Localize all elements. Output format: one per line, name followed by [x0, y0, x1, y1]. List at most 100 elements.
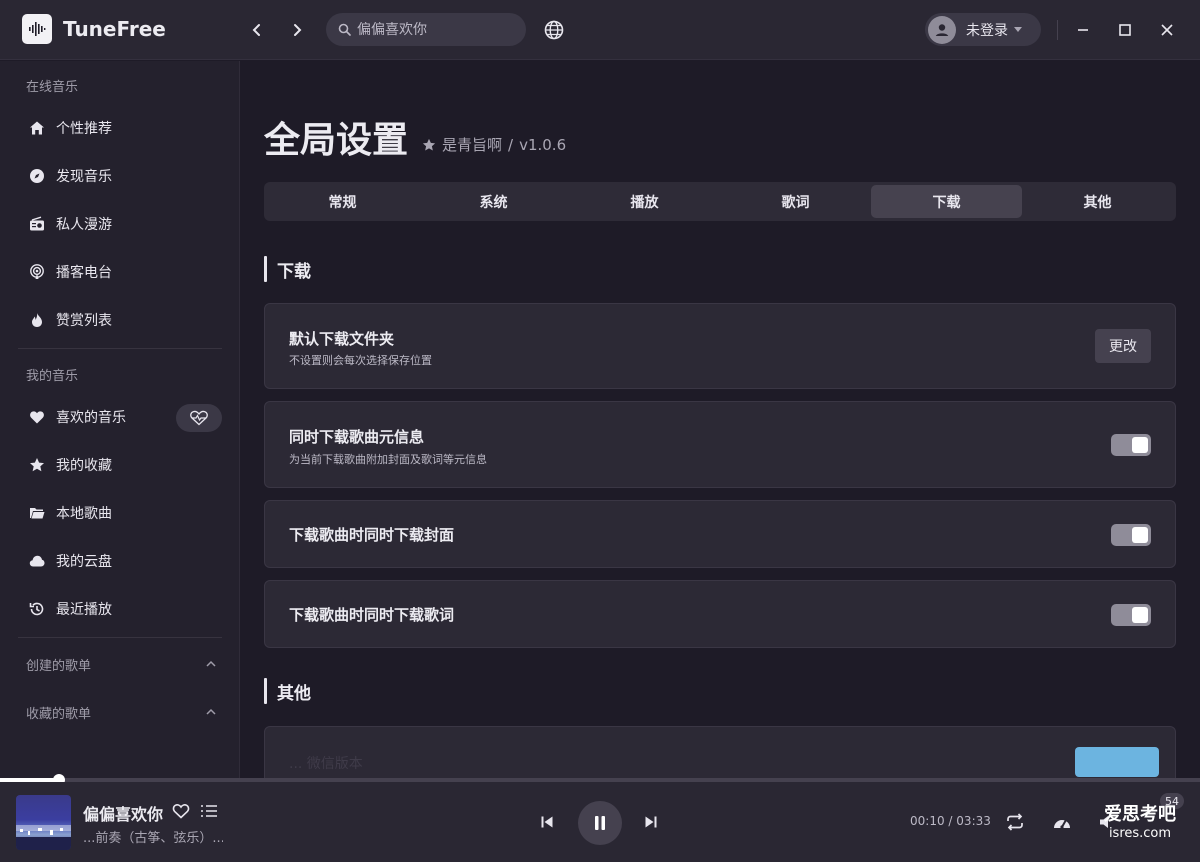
cloud-icon [28, 552, 46, 570]
tab-lyrics[interactable]: 歌词 [720, 185, 871, 218]
maximize-button[interactable] [1114, 19, 1136, 41]
sidebar-item-discover[interactable]: 发现音乐 [18, 156, 222, 196]
flame-icon [28, 311, 46, 329]
section-bar [264, 678, 267, 704]
collected-playlists-toggle[interactable]: 收藏的歌单 [18, 697, 222, 727]
next-button[interactable] [641, 812, 661, 832]
sidebar-item-label: 本地歌曲 [56, 506, 112, 522]
search-input[interactable] [357, 21, 517, 38]
divider [18, 348, 222, 349]
song-title: 偏偏喜欢你 [83, 805, 164, 824]
playlist-button[interactable] [199, 801, 219, 821]
search-box[interactable] [326, 13, 526, 46]
duration: 03:33 [956, 814, 991, 828]
action-button[interactable] [1075, 747, 1159, 777]
speed-button[interactable] [1050, 811, 1074, 833]
maximize-icon [1119, 24, 1131, 36]
change-folder-button[interactable]: 更改 [1095, 329, 1151, 363]
sidebar-item-label: 我的收藏 [56, 458, 112, 474]
meta-toggle[interactable] [1111, 434, 1151, 456]
like-button[interactable] [170, 801, 192, 821]
chevron-right-icon [294, 24, 302, 36]
sidebar-item-personal-fm[interactable]: 私人漫游 [18, 204, 222, 244]
tab-general[interactable]: 常规 [267, 185, 418, 218]
disc-icon [28, 167, 46, 185]
sidebar-item-donate[interactable]: 赞赏列表 [18, 300, 222, 340]
setting-title: 下载歌曲时同时下载歌词 [289, 606, 455, 624]
divider [1057, 20, 1058, 40]
user-menu[interactable]: 未登录 [925, 13, 1041, 46]
pause-icon [595, 816, 605, 830]
setting-download-folder: 默认下载文件夹 不设置则会每次选择保存位置 更改 [264, 303, 1176, 389]
repeat-button[interactable] [1003, 811, 1027, 833]
skip-next-icon [645, 816, 657, 828]
section-title-online: 在线音乐 [26, 80, 79, 95]
globe-icon [544, 20, 564, 40]
forward-button[interactable] [286, 19, 308, 41]
heart-icon [28, 408, 46, 426]
time-display: 00:10 / 03:33 [910, 814, 991, 828]
tab-playback[interactable]: 播放 [569, 185, 720, 218]
section-heading-download: 下载 [264, 256, 311, 282]
watermark-line-1: 爱思考吧 [1104, 804, 1176, 825]
setting-title: 下载歌曲时同时下载封面 [289, 526, 455, 544]
player-bar: 偏偏喜欢你 ...前奏（古筝、弦乐）... 00:10 / 03:33 54 爱… [0, 782, 1200, 862]
sidebar: 在线音乐 个性推荐 发现音乐 私人漫游 播客电台 赞赏列表 我的音乐 喜欢的音乐… [0, 61, 240, 778]
toggle-knob [1132, 607, 1148, 623]
sidebar-item-label: 播客电台 [56, 265, 112, 281]
setting-desc: 不设置则会每次选择保存位置 [289, 354, 432, 367]
section-title: 其他 [277, 683, 311, 704]
section-heading-other: 其他 [264, 678, 311, 704]
sidebar-item-label: 赞赏列表 [56, 313, 112, 329]
language-button[interactable] [543, 19, 565, 41]
settings-tabs: 常规 系统 播放 歌词 下载 其他 [264, 182, 1176, 221]
caret-down-icon [1014, 27, 1022, 32]
heart-outline-icon [172, 804, 190, 819]
star-icon [422, 138, 436, 151]
heart-mode-button[interactable] [176, 404, 222, 432]
version: v1.0.6 [519, 135, 567, 154]
star-icon [28, 456, 46, 474]
sidebar-item-recent[interactable]: 最近播放 [18, 589, 222, 629]
close-button[interactable] [1156, 19, 1178, 41]
setting-other-partial: ... 微信版本 [264, 726, 1176, 778]
page-title: 全局设置 [264, 120, 409, 161]
song-artist: ...前奏（古筝、弦乐）... [83, 831, 223, 846]
minimize-button[interactable] [1072, 19, 1094, 41]
section-title: 下载 [277, 261, 311, 282]
chevron-left-icon [252, 24, 260, 36]
section-bar [264, 256, 267, 282]
back-button[interactable] [246, 19, 268, 41]
chevron-up-icon [206, 708, 216, 715]
search-icon [338, 23, 351, 36]
sidebar-item-label: 最近播放 [56, 602, 112, 618]
list-icon [201, 805, 217, 817]
sidebar-item-recommend[interactable]: 个性推荐 [18, 108, 222, 148]
watermark-line-2: isres.com [1108, 826, 1172, 841]
sidebar-item-label: 私人漫游 [56, 217, 112, 233]
pause-button[interactable] [578, 801, 622, 845]
waveform-icon [29, 22, 46, 36]
cover-toggle[interactable] [1111, 524, 1151, 546]
sidebar-item-podcast[interactable]: 播客电台 [18, 252, 222, 292]
radio-icon [28, 215, 46, 233]
setting-download-lyric: 下载歌曲时同时下载歌词 [264, 580, 1176, 648]
author-link[interactable]: 是青旨啊 [442, 134, 502, 155]
tab-system[interactable]: 系统 [418, 185, 569, 218]
divider [18, 637, 222, 638]
previous-button[interactable] [537, 812, 557, 832]
sidebar-item-cloud[interactable]: 我的云盘 [18, 541, 222, 581]
created-playlists-toggle[interactable]: 创建的歌单 [18, 649, 222, 679]
album-cover[interactable] [16, 795, 71, 850]
album-art [16, 825, 71, 850]
tab-other[interactable]: 其他 [1022, 185, 1173, 218]
tab-download[interactable]: 下载 [871, 185, 1022, 218]
version-line: 是青旨啊 / v1.0.6 [422, 134, 566, 155]
title-bar: TuneFree 未登录 [0, 0, 1200, 60]
app-name: TuneFree [63, 17, 166, 41]
sidebar-item-local[interactable]: 本地歌曲 [18, 493, 222, 533]
lyric-toggle[interactable] [1111, 604, 1151, 626]
setting-title: 默认下载文件夹 [289, 330, 395, 348]
sidebar-item-collection[interactable]: 我的收藏 [18, 445, 222, 485]
sidebar-item-label: 个性推荐 [56, 121, 112, 137]
